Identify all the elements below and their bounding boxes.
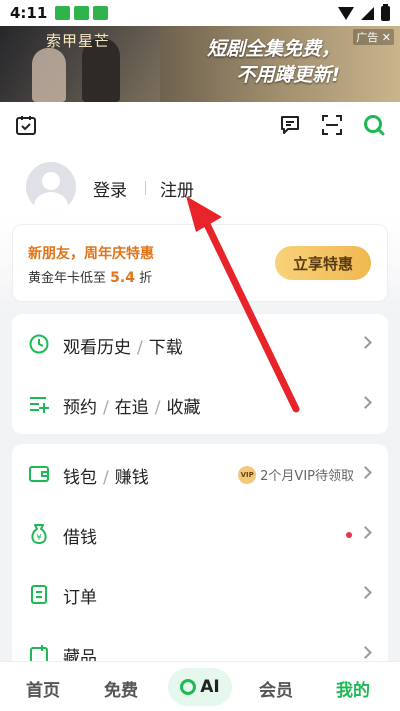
avatar-body xyxy=(34,192,68,212)
ad-banner[interactable]: 索甲星芒 短剧全集免费， 不用蹲更新! 广告 ✕ xyxy=(0,26,400,102)
promo-title: 新朋友，周年庆特惠 xyxy=(28,246,154,262)
history-text: 观看历史 xyxy=(63,338,131,358)
loan-row[interactable]: ¥ 借钱 xyxy=(12,504,388,564)
wallet-label: 钱包 / 赚钱 xyxy=(63,468,149,488)
loan-label: 借钱 xyxy=(63,528,97,548)
scan-icon[interactable] xyxy=(321,114,343,136)
notification-icon xyxy=(74,6,90,20)
earn-text: 赚钱 xyxy=(114,468,149,488)
history-label: 观看历史 / 下载 xyxy=(63,338,183,358)
svg-text:¥: ¥ xyxy=(36,533,41,542)
vip-reward: VIP 2个月VIP待领取 xyxy=(238,465,354,484)
ad-close-label[interactable]: 广告 ✕ xyxy=(353,29,394,45)
order-row[interactable]: 订单 xyxy=(12,564,388,624)
ad-image: 索甲星芒 xyxy=(0,26,160,102)
avatar-head xyxy=(42,172,60,190)
login-link[interactable]: 登录 xyxy=(93,176,127,201)
wifi-icon xyxy=(338,6,354,20)
ad-show-title: 索甲星芒 xyxy=(46,32,111,50)
nav-vip[interactable]: 会员 xyxy=(259,676,293,701)
chevron-right-icon xyxy=(359,396,372,409)
bottom-nav: 首页 免费 AI 会员 我的 xyxy=(0,661,400,711)
loan-icon: ¥ xyxy=(31,524,47,544)
nav-mine[interactable]: 我的 xyxy=(336,676,370,701)
promo-sub-prefix: 黄金年卡低至 xyxy=(28,271,107,286)
ad-line-2: 不用蹲更新! xyxy=(236,64,340,86)
notification-icon xyxy=(93,6,109,20)
ai-logo-icon xyxy=(180,679,197,695)
following-text: 在追 xyxy=(114,398,149,418)
promo-discount: 5.4 xyxy=(110,270,135,286)
status-time: 4:11 xyxy=(10,4,48,22)
subscribe-label: 预约 / 在追 / 收藏 xyxy=(63,398,201,418)
divider xyxy=(145,181,146,195)
order-label: 订单 xyxy=(63,588,97,608)
ad-actress xyxy=(32,48,66,102)
promo-section: 新朋友，周年庆特惠 黄金年卡低至 5.4 折 立享特惠 xyxy=(0,218,400,314)
status-indicators xyxy=(338,3,390,21)
status-bar: 4:11 xyxy=(0,0,400,26)
avatar[interactable] xyxy=(26,162,76,212)
subscribe-row[interactable]: 预约 / 在追 / 收藏 xyxy=(12,374,388,434)
promo-sub-suffix: 折 xyxy=(139,271,153,286)
message-icon[interactable] xyxy=(279,114,301,136)
favorites-text: 收藏 xyxy=(166,398,201,418)
promo-button[interactable]: 立享特惠 xyxy=(275,246,371,280)
ad-headline: 短剧全集免费， 不用蹲更新! xyxy=(207,36,340,88)
battery-icon xyxy=(381,3,390,21)
vip-icon: VIP xyxy=(238,465,257,484)
wallet-text: 钱包 xyxy=(63,468,97,488)
reserve-text: 预约 xyxy=(63,398,97,418)
promo-card[interactable]: 新朋友，周年庆特惠 黄金年卡低至 5.4 折 立享特惠 xyxy=(12,224,388,302)
history-icon xyxy=(29,334,49,354)
nav-ai-label: AI xyxy=(200,677,220,697)
top-toolbar xyxy=(0,102,400,146)
vip-reward-text: 2个月VIP待领取 xyxy=(260,469,354,484)
promo-subtitle: 黄金年卡低至 5.4 折 xyxy=(28,267,152,286)
search-icon[interactable] xyxy=(363,114,385,136)
history-card: 观看历史 / 下载 预约 / 在追 / 收藏 xyxy=(12,314,388,434)
chevron-right-icon xyxy=(359,526,372,539)
register-link[interactable]: 注册 xyxy=(160,176,194,201)
chevron-right-icon xyxy=(359,646,372,659)
signal-icon xyxy=(361,6,374,20)
ad-line-1: 短剧全集免费， xyxy=(206,38,340,60)
notification-icon xyxy=(55,6,71,20)
chevron-right-icon xyxy=(359,586,372,599)
chevron-right-icon xyxy=(359,336,372,349)
download-text: 下载 xyxy=(148,338,183,358)
order-icon xyxy=(31,585,47,604)
nav-free[interactable]: 免费 xyxy=(104,676,138,701)
subscribe-icon xyxy=(30,397,49,413)
history-row[interactable]: 观看历史 / 下载 xyxy=(12,314,388,374)
wallet-icon xyxy=(29,466,49,482)
profile-header: 登录 注册 xyxy=(0,146,400,218)
wallet-row[interactable]: 钱包 / 赚钱 VIP 2个月VIP待领取 xyxy=(12,444,388,504)
nav-home[interactable]: 首页 xyxy=(26,676,60,701)
services-card: 钱包 / 赚钱 VIP 2个月VIP待领取 ¥ 借钱 订单 藏品 xyxy=(12,444,388,684)
nav-ai[interactable]: AI xyxy=(168,668,232,706)
checkin-icon[interactable] xyxy=(15,114,37,136)
chevron-right-icon xyxy=(359,466,372,479)
notification-dot xyxy=(346,532,352,538)
